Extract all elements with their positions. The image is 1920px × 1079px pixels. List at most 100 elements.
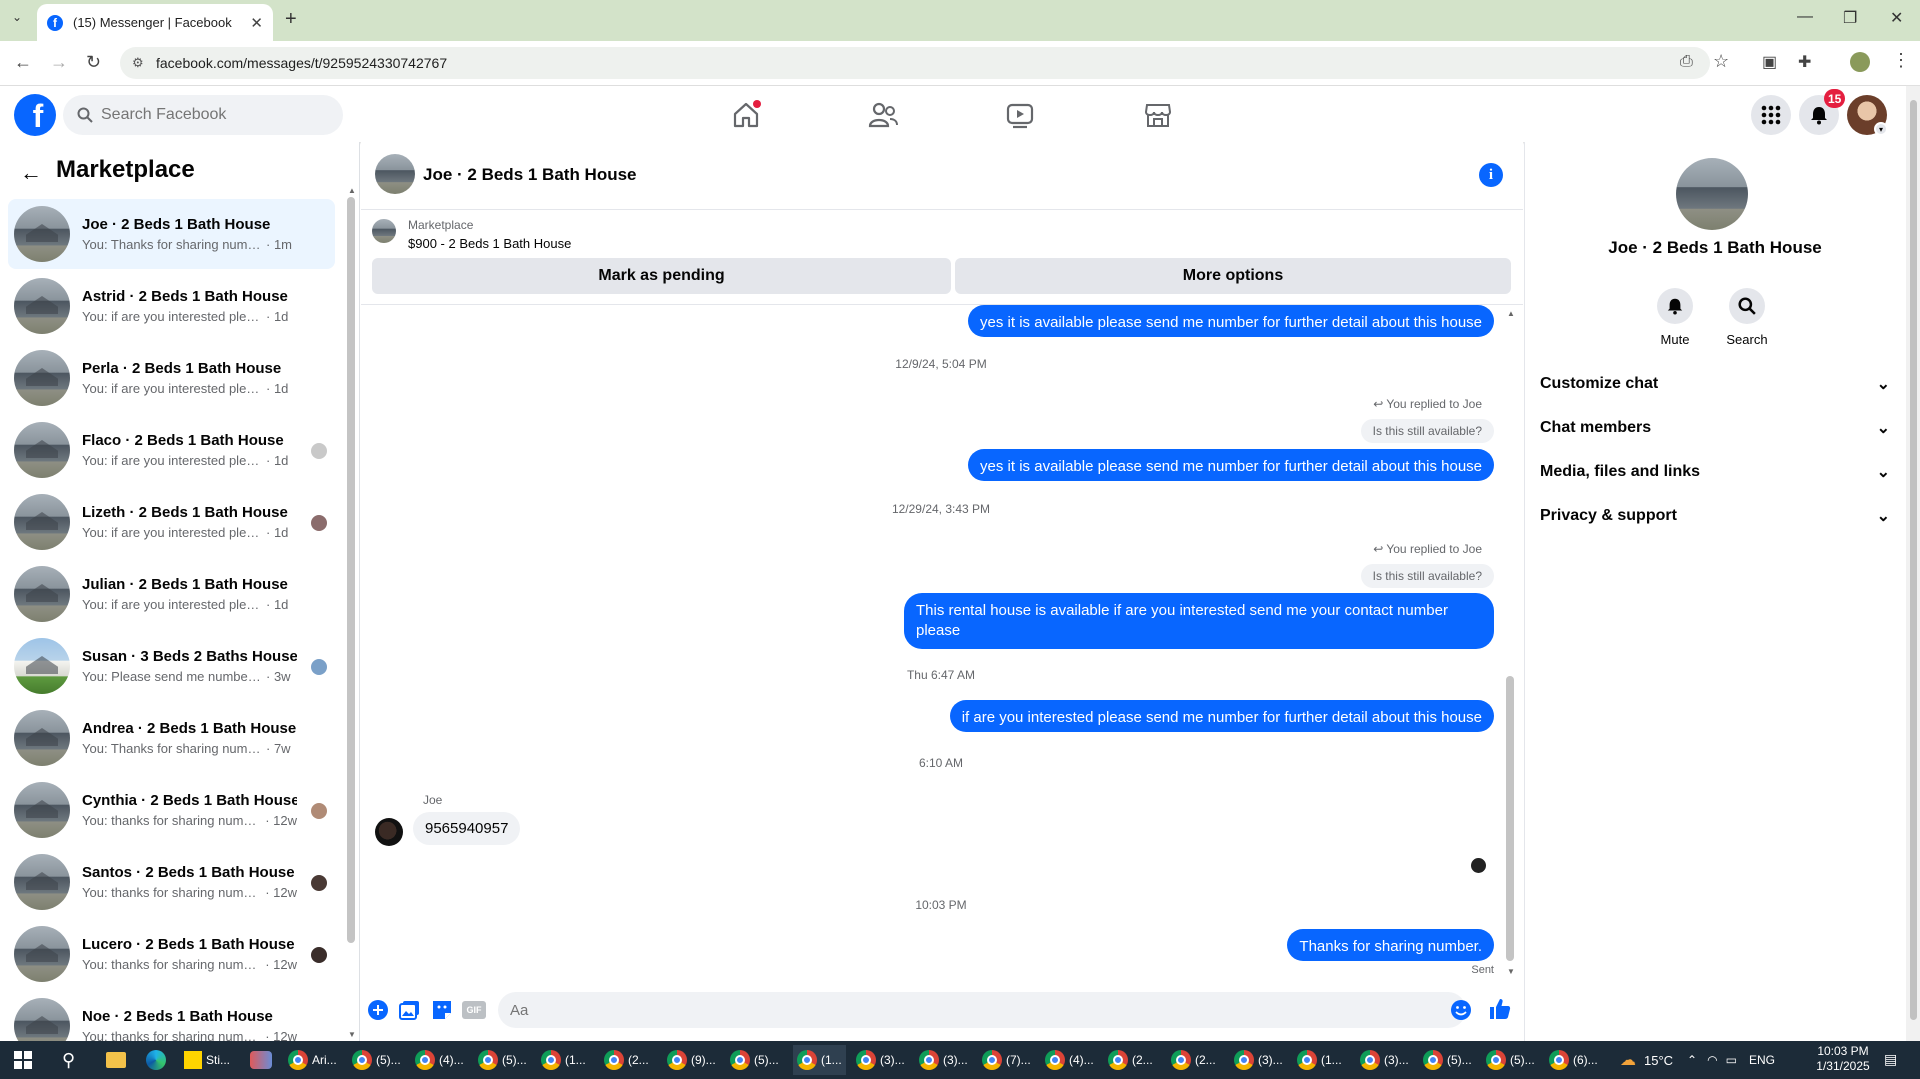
- tab-close-icon[interactable]: ✕: [250, 14, 263, 32]
- page-scrollbar-thumb[interactable]: [1910, 100, 1917, 1020]
- chrome-taskbar-window[interactable]: (3)...: [856, 1048, 905, 1072]
- sticker-icon[interactable]: [431, 999, 453, 1021]
- reload-icon[interactable]: ↻: [86, 52, 101, 73]
- chrome-taskbar-window[interactable]: (5)...: [730, 1048, 779, 1072]
- chrome-taskbar-window[interactable]: (6)...: [1549, 1048, 1598, 1072]
- weather-icon[interactable]: ☁: [1620, 1050, 1636, 1070]
- tab-search-icon[interactable]: ⌄: [12, 10, 22, 24]
- conversation-item[interactable]: Santos · 2 Beds 1 Bath House You: thanks …: [8, 847, 335, 917]
- temperature[interactable]: 15°C: [1644, 1053, 1673, 1068]
- chrome-taskbar-window[interactable]: (5)...: [352, 1048, 401, 1072]
- battery-icon[interactable]: ▭: [1726, 1053, 1737, 1067]
- conversation-item[interactable]: Noe · 2 Beds 1 Bath House You: thanks for…: [8, 991, 335, 1041]
- notification-center-icon[interactable]: ▤: [1884, 1051, 1897, 1068]
- scroll-up-arrow-icon[interactable]: ▲: [348, 186, 356, 195]
- friends-icon[interactable]: [868, 100, 898, 130]
- listing-price-title[interactable]: $900 - 2 Beds 1 Bath House: [408, 236, 571, 251]
- sidebar-scrollbar[interactable]: [347, 197, 355, 943]
- message-scroll-down-icon[interactable]: ▼: [1507, 967, 1515, 976]
- file-explorer-icon[interactable]: [106, 1048, 126, 1072]
- chrome-taskbar-window[interactable]: (2...: [1171, 1048, 1216, 1072]
- section-media-files-links[interactable]: Media, files and links ⌄: [1540, 450, 1890, 494]
- message-input-box[interactable]: [498, 992, 1466, 1028]
- language-indicator[interactable]: ENG: [1749, 1053, 1775, 1067]
- conversation-item[interactable]: Lucero · 2 Beds 1 Bath House You: thanks …: [8, 919, 335, 989]
- details-listing-photo[interactable]: [1676, 158, 1748, 230]
- chrome-taskbar-window[interactable]: (2...: [1108, 1048, 1153, 1072]
- extension-icon[interactable]: ▣: [1762, 52, 1777, 72]
- replied-message-quote[interactable]: Is this still available?: [1360, 564, 1494, 588]
- outgoing-message[interactable]: if are you interested please send me num…: [949, 700, 1494, 732]
- chrome-taskbar-window[interactable]: (2...: [604, 1048, 649, 1072]
- extensions-puzzle-icon[interactable]: ✚: [1798, 52, 1811, 72]
- like-thumb-icon[interactable]: [1488, 997, 1511, 1019]
- incoming-message[interactable]: 9565940957: [413, 812, 521, 845]
- search-in-conversation-button[interactable]: Search: [1717, 288, 1777, 347]
- facebook-search-input[interactable]: [101, 106, 321, 124]
- windows-start-icon[interactable]: [14, 1048, 32, 1072]
- listing-thumbnail[interactable]: [372, 219, 396, 243]
- conversation-item[interactable]: Flaco · 2 Beds 1 Bath House You: if are y…: [8, 415, 335, 485]
- install-app-icon[interactable]: ⎙: [1680, 53, 1693, 71]
- chrome-taskbar-window[interactable]: (4)...: [415, 1048, 464, 1072]
- message-scroll-up-icon[interactable]: ▲: [1507, 309, 1515, 318]
- mute-button[interactable]: Mute: [1645, 288, 1705, 347]
- chrome-taskbar-window[interactable]: (3)...: [1234, 1048, 1283, 1072]
- forward-icon[interactable]: →: [50, 52, 68, 73]
- emoji-icon[interactable]: [1450, 999, 1472, 1021]
- chrome-taskbar-window[interactable]: (1...: [793, 1045, 846, 1075]
- conversation-item[interactable]: Joe · 2 Beds 1 Bath House You: Thanks for…: [8, 199, 335, 269]
- message-input[interactable]: [510, 1001, 1410, 1019]
- chrome-taskbar-window[interactable]: (1...: [1297, 1048, 1342, 1072]
- menu-grid-icon[interactable]: [1751, 95, 1791, 135]
- gif-icon[interactable]: GIF: [462, 1001, 486, 1019]
- chrome-taskbar-window[interactable]: (5)...: [1486, 1048, 1535, 1072]
- conversation-item[interactable]: Julian · 2 Beds 1 Bath House You: if are …: [8, 559, 335, 629]
- address-bar[interactable]: ⚙ facebook.com/messages/t/92595243307427…: [120, 47, 1710, 79]
- scroll-down-arrow-icon[interactable]: ▼: [348, 1030, 356, 1039]
- marketplace-icon[interactable]: [1143, 100, 1173, 130]
- chat-title[interactable]: Joe · 2 Beds 1 Bath House: [423, 165, 637, 185]
- minimize-window-icon[interactable]: —: [1797, 8, 1813, 26]
- bookmark-star-icon[interactable]: ☆: [1713, 51, 1729, 72]
- section-privacy-support[interactable]: Privacy & support ⌄: [1540, 494, 1890, 538]
- conversation-item[interactable]: Lizeth · 2 Beds 1 Bath House You: if are …: [8, 487, 335, 557]
- section-chat-members[interactable]: Chat members ⌄: [1540, 406, 1890, 450]
- conversation-item[interactable]: Susan · 3 Beds 2 Baths House You: Please …: [8, 631, 335, 701]
- more-options-button[interactable]: More options: [955, 258, 1511, 294]
- browser-tab-messenger[interactable]: f (15) Messenger | Facebook ✕: [37, 4, 273, 41]
- conversation-item[interactable]: Cynthia · 2 Beds 1 Bath House You: thanks…: [8, 775, 335, 845]
- conversation-item[interactable]: Andrea · 2 Beds 1 Bath House You: Thanks …: [8, 703, 335, 773]
- chrome-taskbar-window[interactable]: (5)...: [1423, 1048, 1472, 1072]
- outgoing-message[interactable]: yes it is available please send me numbe…: [968, 449, 1494, 481]
- facebook-search[interactable]: [63, 95, 343, 135]
- section-customize-chat[interactable]: Customize chat ⌄: [1540, 362, 1890, 406]
- facebook-logo-icon[interactable]: f: [14, 94, 56, 136]
- page-scrollbar[interactable]: [1906, 86, 1920, 1041]
- outgoing-message[interactable]: yes it is available please send me numbe…: [968, 305, 1494, 337]
- outgoing-message[interactable]: Thanks for sharing number.: [1287, 929, 1494, 961]
- add-attachment-icon[interactable]: [367, 999, 389, 1021]
- profile-icon[interactable]: [1850, 52, 1870, 72]
- message-scrollbar[interactable]: [1506, 676, 1514, 961]
- conversation-item[interactable]: Perla · 2 Beds 1 Bath House You: if are y…: [8, 343, 335, 413]
- account-chevron-down-icon[interactable]: ▾: [1874, 122, 1888, 136]
- wifi-icon[interactable]: ◠: [1707, 1053, 1717, 1067]
- chrome-taskbar-window[interactable]: (5)...: [478, 1048, 527, 1072]
- edge-icon[interactable]: [146, 1048, 166, 1072]
- chrome-taskbar-window[interactable]: (1...: [541, 1048, 586, 1072]
- sticky-notes-app[interactable]: Sti...: [184, 1048, 230, 1072]
- photo-icon[interactable]: [399, 999, 421, 1021]
- video-icon[interactable]: [1005, 100, 1035, 130]
- home-icon[interactable]: [731, 100, 761, 130]
- chrome-taskbar-window[interactable]: (9)...: [667, 1048, 716, 1072]
- replied-message-quote[interactable]: Is this still available?: [1360, 419, 1494, 443]
- mark-as-pending-button[interactable]: Mark as pending: [372, 258, 951, 294]
- taskbar-search-icon[interactable]: ⚲: [62, 1048, 75, 1072]
- info-icon[interactable]: i: [1479, 163, 1503, 187]
- back-icon[interactable]: ←: [14, 52, 32, 73]
- close-window-icon[interactable]: ✕: [1890, 8, 1903, 28]
- chat-listing-thumbnail[interactable]: [375, 154, 415, 194]
- tray-overflow-icon[interactable]: ⌃: [1687, 1053, 1697, 1067]
- new-tab-icon[interactable]: +: [285, 8, 297, 31]
